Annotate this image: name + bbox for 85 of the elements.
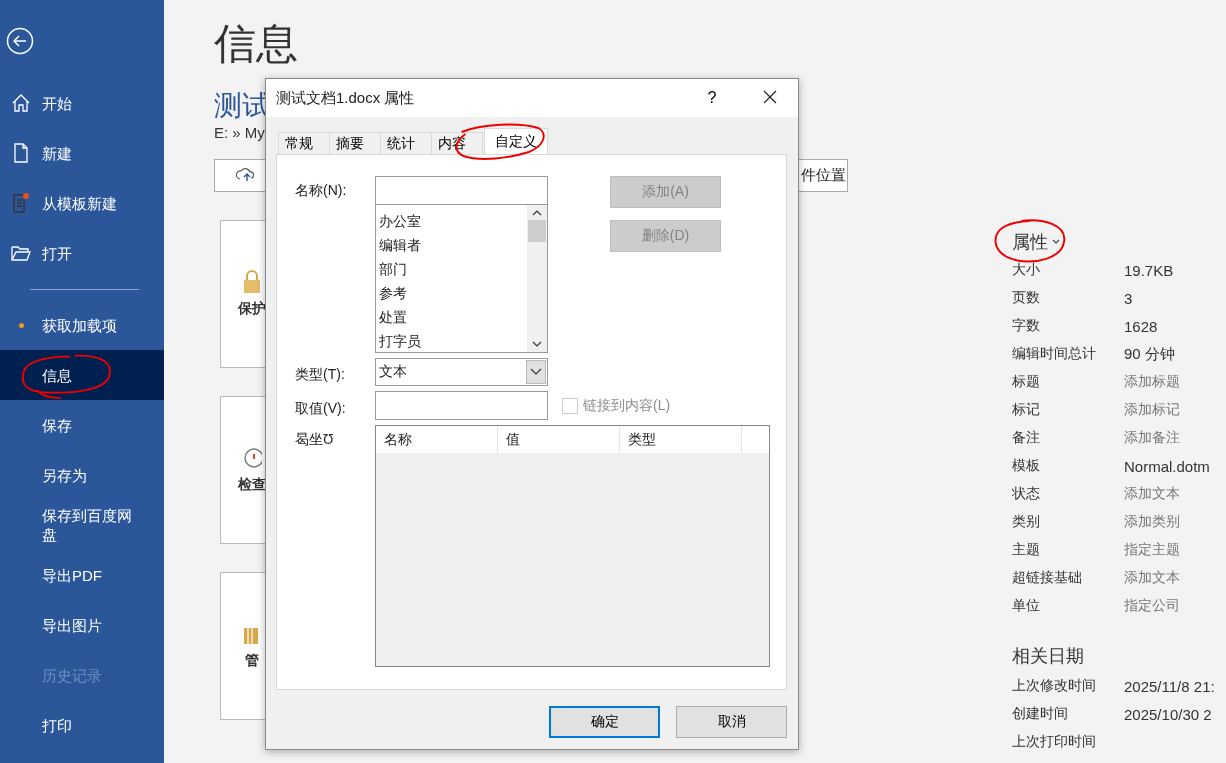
- list-item[interactable]: 打字员: [379, 329, 527, 353]
- card-label: 管: [245, 652, 259, 670]
- sidebar-item[interactable]: 从模板新建: [0, 178, 164, 228]
- sidebar-item[interactable]: 导出图片: [0, 600, 164, 650]
- property-prompt[interactable]: 添加类别: [1124, 513, 1180, 531]
- sidebar-item[interactable]: 保存到百度网盘: [0, 500, 164, 550]
- property-label: 字数: [1012, 317, 1041, 335]
- property-label: 编辑时间总计: [1012, 345, 1097, 363]
- date-label: 创建时间: [1012, 705, 1069, 723]
- column-header[interactable]: 值: [498, 426, 620, 453]
- chevron-down-icon: [1052, 239, 1060, 245]
- back-button[interactable]: [6, 27, 34, 55]
- scroll-thumb[interactable]: [528, 220, 546, 242]
- property-label: 标记: [1012, 401, 1041, 419]
- card-label: 检查: [238, 476, 266, 494]
- section-heading: 相关日期: [1012, 645, 1085, 668]
- property-prompt[interactable]: 指定主题: [1124, 541, 1180, 559]
- date-value: 2025/10/30 2: [1124, 705, 1212, 723]
- property-label: 超链接基础: [1012, 569, 1083, 587]
- sidebar-item[interactable]: 信息: [0, 350, 164, 400]
- value-field[interactable]: [375, 391, 548, 420]
- list-item[interactable]: 编辑者: [379, 233, 527, 257]
- cancel-button[interactable]: 取消: [676, 706, 787, 738]
- dialog-title: 测试文档1.docx 属性: [276, 88, 416, 108]
- sidebar-item[interactable]: 另存为: [0, 450, 164, 500]
- field-label: 曷坐Ʊ: [295, 430, 335, 449]
- list-item[interactable]: 处置: [379, 305, 527, 329]
- lock-icon: [242, 270, 262, 294]
- dialog-tab[interactable]: 常规: [278, 132, 330, 154]
- column-header[interactable]: 类型: [620, 426, 742, 453]
- scroll-down-icon[interactable]: [532, 341, 542, 348]
- property-value: Normal.dotm: [1124, 457, 1210, 475]
- scrollbar[interactable]: [527, 205, 547, 352]
- property-label: 标题: [1012, 373, 1041, 391]
- sidebar-item[interactable]: 开始: [0, 78, 164, 128]
- cloud-upload-icon: [235, 166, 257, 182]
- date-label: 上次修改时间: [1012, 677, 1097, 695]
- name-field[interactable]: [375, 176, 548, 205]
- property-prompt[interactable]: 添加文本: [1124, 485, 1180, 503]
- property-label: 主题: [1012, 541, 1041, 559]
- sidebar-item[interactable]: 获取加载项: [0, 300, 164, 350]
- properties-dropdown[interactable]: 属性: [1012, 230, 1060, 254]
- property-label: 页数: [1012, 289, 1041, 307]
- sidebar-item[interactable]: 新建: [0, 128, 164, 178]
- property-value: 90 分钟: [1124, 344, 1175, 364]
- property-value: 3: [1124, 289, 1133, 307]
- property-value: 19.7KB: [1124, 261, 1174, 279]
- name-list[interactable]: 办公室 编辑者 部门 参考 处置 打字员: [375, 205, 548, 353]
- property-value: 1628: [1124, 317, 1158, 335]
- close-icon: [763, 89, 777, 104]
- list-item[interactable]: 办公室: [379, 209, 527, 233]
- ok-button[interactable]: 确定: [549, 706, 660, 738]
- dialog-tab[interactable]: 自定义: [484, 128, 548, 154]
- list-item[interactable]: 部门: [379, 257, 527, 281]
- property-label: 单位: [1012, 597, 1041, 615]
- field-label: 类型(T):: [295, 365, 346, 384]
- property-label: 大小: [1012, 261, 1041, 279]
- sidebar-item[interactable]: 打开: [0, 228, 164, 278]
- property-label: 状态: [1012, 485, 1041, 503]
- field-label: 取值(V):: [295, 398, 347, 418]
- file-path: E: » My: [214, 124, 265, 141]
- help-button[interactable]: ?: [692, 79, 732, 117]
- property-prompt[interactable]: 添加备注: [1124, 429, 1180, 447]
- sidebar-item[interactable]: 导出PDF: [0, 550, 164, 600]
- date-value: 2025/11/8 21:: [1124, 677, 1215, 695]
- page-title: 信息: [214, 19, 298, 69]
- sidebar-item[interactable]: 打印: [0, 700, 164, 750]
- property-prompt[interactable]: 添加标记: [1124, 401, 1180, 419]
- type-dropdown[interactable]: 文本: [375, 358, 548, 386]
- scroll-up-icon[interactable]: [532, 209, 542, 216]
- property-label: 类别: [1012, 513, 1041, 531]
- sidebar-item[interactable]: 保存: [0, 400, 164, 450]
- property-prompt[interactable]: 添加标题: [1124, 373, 1180, 391]
- template-icon: [10, 192, 32, 214]
- list-item[interactable]: 参考: [379, 281, 527, 305]
- property-prompt[interactable]: 指定公司: [1124, 597, 1180, 615]
- column-header[interactable]: 名称: [376, 426, 498, 453]
- inspect-icon: [242, 446, 262, 470]
- field-label: 名称(N):: [295, 181, 348, 200]
- property-label: 模板: [1012, 457, 1041, 475]
- date-label: 上次打印时间: [1012, 733, 1097, 751]
- card-label: 保护: [238, 300, 266, 318]
- property-prompt[interactable]: 添加文本: [1124, 569, 1180, 587]
- home-icon: [10, 92, 32, 114]
- property-label: 备注: [1012, 429, 1041, 447]
